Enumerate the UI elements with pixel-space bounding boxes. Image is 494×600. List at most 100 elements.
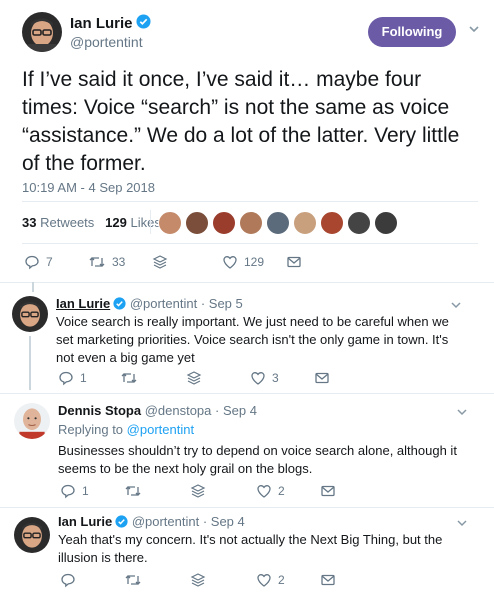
likes-label[interactable]: Likes — [130, 215, 160, 230]
layers-icon — [190, 572, 206, 588]
like-action[interactable]: 2 — [256, 572, 285, 588]
liker-avatar[interactable] — [374, 211, 398, 235]
reply-icon — [58, 370, 74, 386]
like-action[interactable]: 129 — [222, 254, 264, 270]
heart-icon — [256, 572, 272, 588]
message-action[interactable] — [320, 572, 336, 588]
liker-avatar[interactable] — [266, 211, 290, 235]
retweet-icon — [120, 370, 138, 386]
like-action[interactable]: 3 — [250, 370, 279, 386]
stats-separator — [150, 210, 151, 234]
message-action[interactable] — [320, 483, 336, 499]
reply-icon — [24, 254, 40, 270]
tweet-text: If I’ve said it once, I’ve said it… mayb… — [22, 68, 460, 175]
likes-count[interactable]: 129 — [105, 215, 127, 230]
reply-text: Businesses shouldn’t try to depend on vo… — [58, 443, 457, 476]
reply-avatar[interactable] — [14, 403, 50, 439]
retweet-action[interactable] — [124, 483, 142, 499]
thread-line — [29, 336, 31, 390]
stack-action[interactable] — [186, 370, 202, 386]
reply-action[interactable]: 7 — [24, 254, 53, 270]
reply-author-name[interactable]: Ian Lurie — [56, 296, 110, 311]
reply-author-handle[interactable]: @portentint — [130, 296, 197, 311]
divider — [0, 393, 494, 394]
verified-badge-icon — [113, 296, 126, 313]
verified-badge-icon — [135, 14, 151, 34]
likers-avatars[interactable] — [158, 211, 401, 235]
liker-avatar[interactable] — [293, 211, 317, 235]
mail-icon — [286, 254, 302, 270]
retweets-count[interactable]: 33 — [22, 215, 36, 230]
reply-avatar[interactable] — [14, 517, 50, 553]
message-action[interactable] — [314, 370, 330, 386]
reply-count: 1 — [80, 371, 87, 385]
reply-count: 1 — [82, 484, 89, 498]
like-count: 129 — [244, 255, 265, 269]
reply-author-handle[interactable]: @denstopa — [145, 403, 212, 418]
reply-author-name[interactable]: Ian Lurie — [58, 514, 112, 529]
reply-author-handle[interactable]: @portentint — [132, 514, 199, 529]
thread-line — [32, 282, 34, 292]
reply-author-name[interactable]: Dennis Stopa — [58, 403, 141, 418]
reply-avatar[interactable] — [12, 296, 48, 332]
stack-action[interactable] — [190, 483, 206, 499]
author-name[interactable]: Ian Lurie — [70, 15, 133, 32]
stats-row: 33 Retweets 129 Likes — [22, 215, 161, 230]
reply-count: 7 — [46, 255, 53, 269]
retweet-count: 33 — [112, 255, 126, 269]
retweets-label[interactable]: Retweets — [40, 215, 94, 230]
replying-to: Replying to @portentint — [58, 422, 194, 437]
divider — [22, 243, 478, 244]
heart-icon — [250, 370, 266, 386]
mail-icon — [320, 572, 336, 588]
divider — [0, 282, 494, 283]
stack-action[interactable] — [152, 254, 168, 270]
retweet-icon — [124, 572, 142, 588]
retweet-icon — [88, 254, 106, 270]
layers-icon — [186, 370, 202, 386]
divider — [0, 507, 494, 508]
following-button[interactable]: Following — [368, 17, 456, 47]
reply-date[interactable]: · Sep 4 — [215, 403, 257, 418]
reply-more-chevron-icon[interactable] — [456, 405, 468, 423]
retweet-icon — [124, 483, 142, 499]
tweet-timestamp[interactable]: 10:19 AM - 4 Sep 2018 — [22, 180, 155, 195]
retweet-action[interactable] — [120, 370, 138, 386]
mail-icon — [314, 370, 330, 386]
layers-icon — [190, 483, 206, 499]
liker-avatar[interactable] — [347, 211, 371, 235]
reply-icon — [60, 572, 76, 588]
stack-action[interactable] — [190, 572, 206, 588]
divider — [22, 201, 478, 202]
liker-avatar[interactable] — [185, 211, 209, 235]
reply-action[interactable]: 1 — [58, 370, 87, 386]
reply-action[interactable]: 1 — [60, 483, 89, 499]
reply-icon — [60, 483, 76, 499]
reply-text: Yeah that's my concern. It's not actuall… — [58, 532, 443, 565]
reply-date[interactable]: · Sep 5 — [201, 296, 243, 311]
heart-icon — [256, 483, 272, 499]
message-action[interactable] — [286, 254, 302, 270]
liker-avatar[interactable] — [158, 211, 182, 235]
verified-badge-icon — [115, 514, 128, 531]
like-count: 2 — [278, 573, 285, 587]
like-action[interactable]: 2 — [256, 483, 285, 499]
retweet-action[interactable] — [124, 572, 142, 588]
reply-text: Voice search is really important. We jus… — [56, 314, 449, 365]
reply-date[interactable]: · Sep 4 — [203, 514, 245, 529]
more-chevron-icon[interactable] — [468, 22, 480, 38]
reply-action[interactable] — [60, 572, 76, 588]
like-count: 2 — [278, 484, 285, 498]
like-count: 3 — [272, 371, 279, 385]
author-avatar[interactable] — [22, 12, 62, 52]
heart-icon — [222, 254, 238, 270]
liker-avatar[interactable] — [212, 211, 236, 235]
mail-icon — [320, 483, 336, 499]
liker-avatar[interactable] — [320, 211, 344, 235]
replying-to-handle[interactable]: @portentint — [127, 422, 194, 437]
liker-avatar[interactable] — [239, 211, 263, 235]
replying-prefix: Replying to — [58, 422, 124, 437]
retweet-action[interactable]: 33 — [88, 254, 125, 270]
author-handle[interactable]: @portentint — [70, 34, 143, 50]
layers-icon — [152, 254, 168, 270]
